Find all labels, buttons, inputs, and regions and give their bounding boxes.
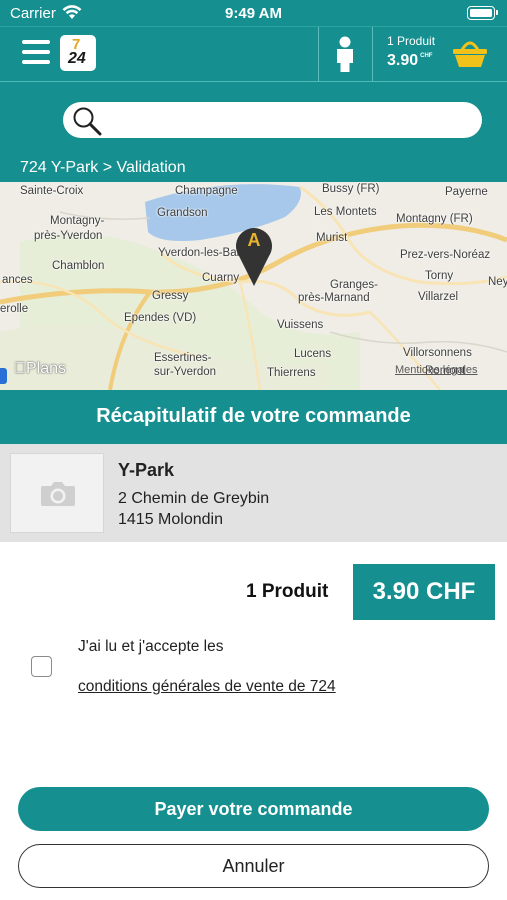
map-place-label: Essertines-: [154, 352, 212, 364]
clock: 9:49 AM: [225, 5, 282, 22]
store-name: Y-Park: [118, 460, 175, 480]
store-city: 1415 Molondin: [118, 511, 223, 528]
map-place-label: Grandson: [157, 207, 208, 219]
map-place-label: Chamblon: [52, 260, 105, 272]
breadcrumb[interactable]: 724 Y-Park > Validation: [0, 154, 507, 182]
map-place-label: Lucens: [294, 348, 332, 360]
header-divider: [372, 27, 373, 81]
logo-twenty-four: 24: [68, 50, 86, 67]
store-street: 2 Chemin de Greybin: [118, 490, 270, 507]
status-bar: Carrier 9:49 AM: [0, 0, 507, 26]
cart-total-currency: CHF: [420, 53, 433, 59]
search-icon[interactable]: [72, 106, 102, 136]
map-place-label: Granges-: [330, 279, 378, 291]
map-attribution-label: Plans: [14, 360, 66, 377]
hamburger-menu-icon[interactable]: [22, 40, 50, 66]
map-place-label: Villorsonnens: [403, 347, 472, 359]
cart-count[interactable]: 1 Produit: [387, 34, 435, 48]
camera-icon: [41, 482, 75, 506]
map-place-label: Montagny (FR): [396, 213, 473, 225]
cart-total[interactable]: 3.90 CHF: [387, 52, 432, 70]
basket-icon[interactable]: [452, 38, 488, 68]
map-legal-link[interactable]: Mentions légales: [395, 364, 478, 376]
map-place-label: Vuissens: [277, 319, 324, 331]
store-image-placeholder: [10, 453, 104, 533]
map-place-label: Champagne: [175, 185, 238, 197]
map-place-label: erolle: [0, 303, 29, 315]
map-place-label: ances: [2, 274, 33, 286]
terms-checkbox[interactable]: [31, 656, 52, 677]
map-place-label: Bussy (FR): [322, 183, 380, 195]
map-place-label: Torny: [425, 270, 454, 282]
search-input[interactable]: [63, 102, 482, 138]
map-place-label: près-Yverdon: [34, 230, 103, 242]
map-attribution: Plans: [14, 360, 66, 378]
product-count: 1 Produit: [246, 581, 329, 602]
map-place-label: Villarzel: [418, 291, 459, 303]
map-place-label: Les Montets: [314, 206, 377, 218]
cart-total-value: 3.90: [387, 52, 419, 69]
terms-link[interactable]: conditions générales de vente de 724: [78, 678, 336, 696]
map-place-label: Gressy: [152, 290, 189, 302]
app-logo[interactable]: 7 24: [60, 35, 96, 71]
recap-title: Récapitulatif de votre commande: [0, 390, 507, 444]
battery-icon: [467, 6, 498, 20]
map-place-label: Sainte-Croix: [20, 185, 84, 197]
map-place-label: Payerne: [445, 186, 488, 198]
map-place-label: Murist: [316, 232, 348, 244]
map-place-label: sur-Yverdon: [154, 366, 217, 378]
pay-order-button[interactable]: Payer votre commande: [18, 787, 489, 831]
map-place-label: Ependes (VD): [124, 312, 197, 324]
map-place-label: Ney: [488, 276, 507, 288]
map-marker-label: A: [247, 230, 261, 250]
map-place-label: près-Marnand: [298, 292, 370, 304]
user-account-icon[interactable]: [334, 36, 356, 72]
total-price: 3.90 CHF: [353, 564, 495, 620]
terms-text: J'ai lu et j'accepte les: [78, 638, 224, 655]
header-divider: [318, 27, 319, 81]
map-location-toggle[interactable]: [0, 368, 7, 384]
cancel-button[interactable]: Annuler: [18, 844, 489, 888]
app-header: 7 24 1 Produit 3.90 CHF: [0, 26, 507, 82]
map-place-label: Thierrens: [267, 367, 316, 379]
map-place-label: Prez-vers-Noréaz: [400, 249, 491, 261]
map-place-label: Montagny-: [50, 215, 105, 227]
